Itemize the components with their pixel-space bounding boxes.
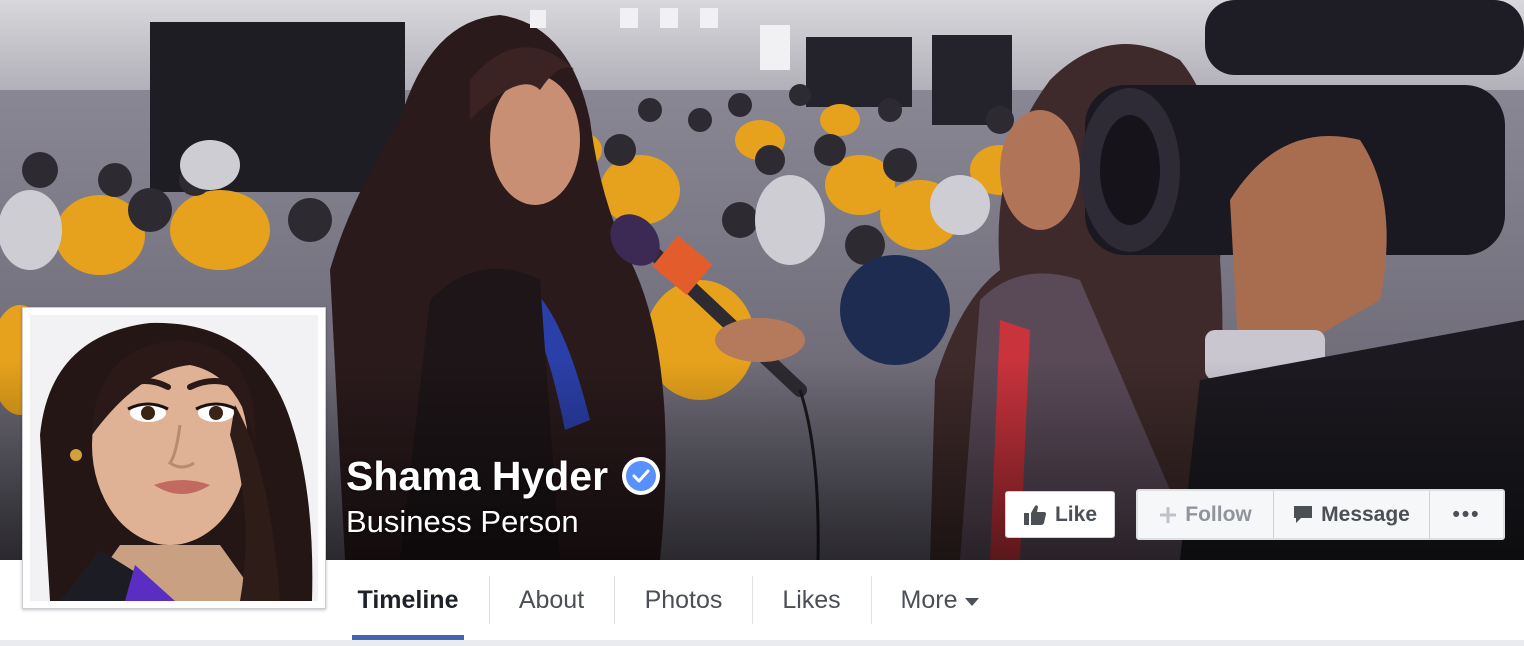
- nav-divider: [489, 576, 490, 624]
- message-button-label: Message: [1321, 502, 1410, 526]
- speech-bubble-icon: [1293, 505, 1313, 525]
- verified-badge-icon[interactable]: [622, 457, 661, 495]
- page-background-strip: [0, 640, 1524, 646]
- profile-picture-image: [30, 315, 318, 601]
- profile-category[interactable]: Business Person: [346, 504, 579, 540]
- caret-down-icon: [965, 597, 980, 606]
- tab-photos[interactable]: Photos: [626, 560, 741, 640]
- profile-page: Shama Hyder Business Person Like Follow …: [0, 0, 1524, 646]
- tab-timeline-label: Timeline: [357, 585, 459, 614]
- follow-button-label: Follow: [1185, 502, 1252, 526]
- tab-timeline[interactable]: Timeline: [352, 560, 464, 640]
- nav-divider: [871, 576, 872, 624]
- more-options-button[interactable]: •••: [1430, 491, 1503, 538]
- tab-photos-label: Photos: [644, 585, 723, 614]
- thumbs-up-icon: [1023, 504, 1047, 526]
- tab-likes-label: Likes: [782, 585, 841, 614]
- profile-picture[interactable]: [22, 307, 326, 609]
- nav-divider: [752, 576, 753, 624]
- message-button[interactable]: Message: [1274, 491, 1430, 538]
- more-options-label: •••: [1452, 502, 1481, 526]
- nav-divider: [614, 576, 615, 624]
- profile-name-row: Shama Hyder: [346, 452, 661, 500]
- tab-likes[interactable]: Likes: [764, 560, 859, 640]
- like-button[interactable]: Like: [1005, 491, 1115, 538]
- follow-button[interactable]: Follow: [1138, 491, 1274, 538]
- profile-name[interactable]: Shama Hyder: [346, 452, 608, 500]
- like-button-label: Like: [1054, 502, 1098, 526]
- plus-icon: [1159, 506, 1177, 524]
- tab-about[interactable]: About: [500, 560, 603, 640]
- tab-about-label: About: [518, 585, 585, 614]
- tab-more[interactable]: More: [884, 560, 996, 640]
- tab-more-label: More: [900, 585, 958, 614]
